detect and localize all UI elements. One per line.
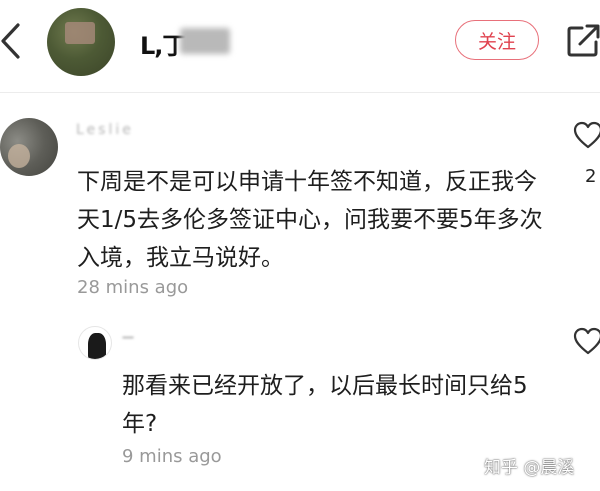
comment-timestamp: 28 mins ago	[77, 277, 189, 298]
comment-author-name[interactable]: Leslie	[76, 122, 134, 138]
comment-text: 下周是不是可以申请十年签不知道，反正我今天1/5去多伦多签证中心，问我要不要5年…	[77, 169, 543, 271]
follow-button[interactable]: 关注	[455, 20, 539, 60]
like-count: 2	[585, 166, 597, 187]
share-icon[interactable]	[566, 22, 600, 58]
heart-icon[interactable]	[573, 327, 600, 355]
reply-author-name[interactable]: 一	[122, 329, 136, 346]
profile-username[interactable]: L,丁	[140, 26, 186, 61]
reply-timestamp: 9 mins ago	[122, 446, 222, 467]
reply-text: 那看来已经开放了，以后最长时间只给5年?	[122, 373, 528, 437]
zhihu-watermark: 知乎 @晨溪	[484, 458, 575, 478]
reply-author-avatar[interactable]	[78, 326, 112, 360]
heart-icon[interactable]	[573, 121, 600, 149]
user-avatar[interactable]	[47, 8, 115, 76]
comment-author-avatar[interactable]	[0, 118, 58, 176]
back-arrow-icon[interactable]	[0, 22, 22, 60]
username-redaction	[180, 28, 230, 54]
header-divider	[0, 92, 600, 93]
